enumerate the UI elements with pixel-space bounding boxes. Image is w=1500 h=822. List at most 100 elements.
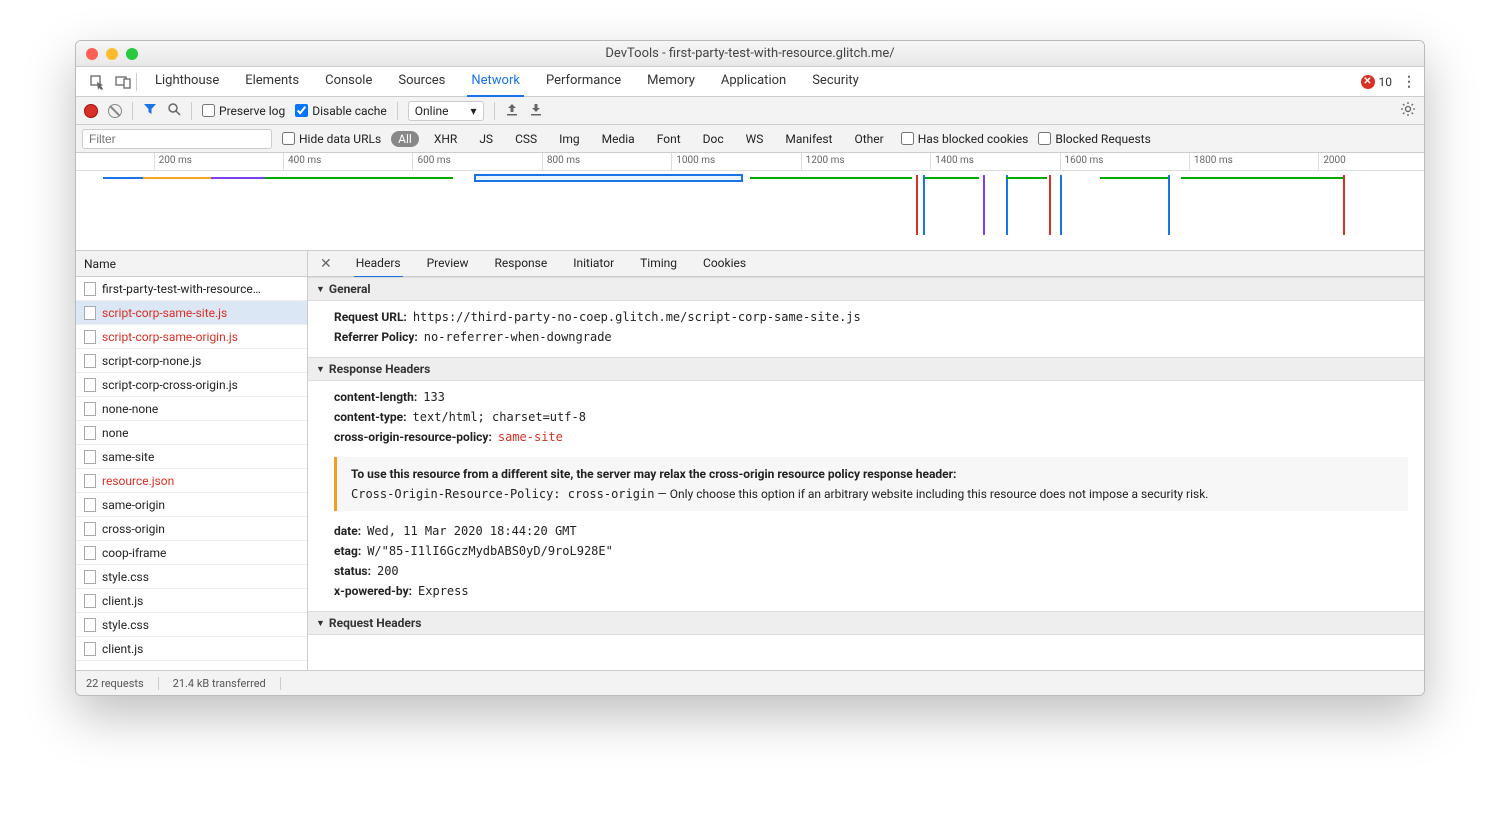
filter-input[interactable] <box>82 129 272 149</box>
type-filter-media[interactable]: Media <box>595 131 642 147</box>
devtools-window: DevTools - first-party-test-with-resourc… <box>75 40 1425 696</box>
disable-cache-checkbox[interactable]: Disable cache <box>295 104 387 118</box>
hide-data-urls-checkbox[interactable]: Hide data URLs <box>282 132 381 146</box>
request-item[interactable]: same-site <box>76 445 307 469</box>
maximize-window-icon[interactable] <box>126 48 138 60</box>
file-icon <box>84 474 96 488</box>
file-icon <box>84 498 96 512</box>
request-item[interactable]: script-corp-same-site.js <box>76 301 307 325</box>
request-item[interactable]: style.css <box>76 613 307 637</box>
details-tab-response[interactable]: Response <box>493 251 550 278</box>
type-filter-other[interactable]: Other <box>847 131 890 147</box>
type-filter-font[interactable]: Font <box>650 131 688 147</box>
inspect-element-icon[interactable] <box>84 69 110 95</box>
header-value: Wed, 11 Mar 2020 18:44:20 GMT <box>367 524 577 538</box>
record-button[interactable] <box>84 104 98 118</box>
tab-performance[interactable]: Performance <box>542 66 625 97</box>
type-filter-manifest[interactable]: Manifest <box>778 131 839 147</box>
request-name: style.css <box>102 618 149 632</box>
close-details-icon[interactable]: ✕ <box>316 256 336 272</box>
timeline-tick: 800 ms <box>542 153 580 170</box>
filter-bar: Hide data URLs All XHR JS CSS Img Media Font Do… <box>76 125 1424 153</box>
header-key: status: <box>334 564 371 578</box>
header-key: content-type: <box>334 410 407 424</box>
request-item[interactable]: first-party-test-with-resource… <box>76 277 307 301</box>
tab-lighthouse[interactable]: Lighthouse <box>151 66 223 97</box>
timeline-tick: 400 ms <box>283 153 321 170</box>
request-item[interactable]: none <box>76 421 307 445</box>
request-item[interactable]: none-none <box>76 397 307 421</box>
request-item[interactable]: cross-origin <box>76 517 307 541</box>
general-section-body: Request URL: https://third-party-no-coep… <box>308 301 1424 357</box>
tab-network[interactable]: Network <box>467 66 524 97</box>
throttling-current: Online <box>415 104 449 118</box>
type-filter-doc[interactable]: Doc <box>696 131 731 147</box>
request-item[interactable]: script-corp-same-origin.js <box>76 325 307 349</box>
type-filter-xhr[interactable]: XHR <box>427 131 464 147</box>
request-name: script-corp-cross-origin.js <box>102 378 238 392</box>
header-row: etag:W/"85-I1lI6GczMydbABS0yD/9roL928E" <box>334 541 1424 561</box>
request-item[interactable]: client.js <box>76 589 307 613</box>
timeline-tick: 1800 ms <box>1189 153 1233 170</box>
type-filter-ws[interactable]: WS <box>739 131 771 147</box>
timeline-overview[interactable] <box>76 171 1424 251</box>
tab-security[interactable]: Security <box>808 66 863 97</box>
clear-log-icon[interactable] <box>108 104 122 118</box>
chevron-down-icon: ▾ <box>471 104 477 118</box>
status-requests: 22 requests <box>86 677 159 690</box>
tab-sources[interactable]: Sources <box>394 66 449 97</box>
tab-memory[interactable]: Memory <box>643 66 699 97</box>
separator <box>494 102 495 120</box>
has-blocked-cookies-checkbox[interactable]: Has blocked cookies <box>901 132 1029 146</box>
type-filter-all[interactable]: All <box>391 131 419 147</box>
requests-header-name[interactable]: Name <box>76 251 307 277</box>
more-menu-icon[interactable]: ⋮ <box>1402 74 1416 90</box>
request-headers-section-header[interactable]: ▼ Request Headers <box>308 611 1424 635</box>
minimize-window-icon[interactable] <box>106 48 118 60</box>
error-count-badge[interactable]: ✕ 10 <box>1361 75 1393 89</box>
details-tab-headers[interactable]: Headers <box>354 251 403 278</box>
preserve-log-checkbox[interactable]: Preserve log <box>202 104 285 118</box>
close-window-icon[interactable] <box>86 48 98 60</box>
separator <box>136 73 137 91</box>
type-filter-css[interactable]: CSS <box>508 131 544 147</box>
response-headers-section-header[interactable]: ▼ Response Headers <box>308 357 1424 381</box>
details-tab-timing[interactable]: Timing <box>638 251 679 278</box>
referrer-policy-label: Referrer Policy: <box>334 330 418 344</box>
tab-elements[interactable]: Elements <box>241 66 303 97</box>
header-key: x-powered-by: <box>334 584 412 598</box>
tab-console[interactable]: Console <box>321 66 376 97</box>
device-mode-icon[interactable] <box>110 69 136 95</box>
throttling-dropdown[interactable]: Online ▾ <box>408 101 484 121</box>
main-tabs-bar: Lighthouse Elements Console Sources Network P… <box>76 67 1424 97</box>
header-value: 200 <box>377 564 399 578</box>
request-item[interactable]: same-origin <box>76 493 307 517</box>
download-har-icon[interactable] <box>529 102 543 120</box>
settings-icon[interactable] <box>1400 101 1416 121</box>
timeline-tick: 1600 ms <box>1060 153 1104 170</box>
request-item[interactable]: script-corp-cross-origin.js <box>76 373 307 397</box>
upload-har-icon[interactable] <box>505 102 519 120</box>
details-tab-cookies[interactable]: Cookies <box>701 251 748 278</box>
request-item[interactable]: client.js <box>76 637 307 661</box>
request-item[interactable]: style.css <box>76 565 307 589</box>
details-tab-preview[interactable]: Preview <box>425 251 471 278</box>
tab-application[interactable]: Application <box>717 66 790 97</box>
type-filter-img[interactable]: Img <box>552 131 587 147</box>
file-icon <box>84 570 96 584</box>
file-icon <box>84 546 96 560</box>
blocked-requests-checkbox[interactable]: Blocked Requests <box>1038 132 1150 146</box>
type-filter-js[interactable]: JS <box>472 131 500 147</box>
filter-toggle-icon[interactable] <box>143 102 157 120</box>
timeline-ruler[interactable]: 200 ms400 ms600 ms800 ms1000 ms1200 ms14… <box>76 153 1424 171</box>
details-tab-initiator[interactable]: Initiator <box>571 251 616 278</box>
search-icon[interactable] <box>167 102 181 120</box>
header-value: Express <box>418 584 469 598</box>
timeline-tick: 2000 <box>1318 153 1345 170</box>
request-item[interactable]: coop-iframe <box>76 541 307 565</box>
general-section-header[interactable]: ▼ General <box>308 277 1424 301</box>
callout-mono-text: Cross-Origin-Resource-Policy: cross-orig… <box>351 487 654 501</box>
request-name: same-origin <box>102 498 165 512</box>
request-item[interactable]: script-corp-none.js <box>76 349 307 373</box>
request-item[interactable]: resource.json <box>76 469 307 493</box>
